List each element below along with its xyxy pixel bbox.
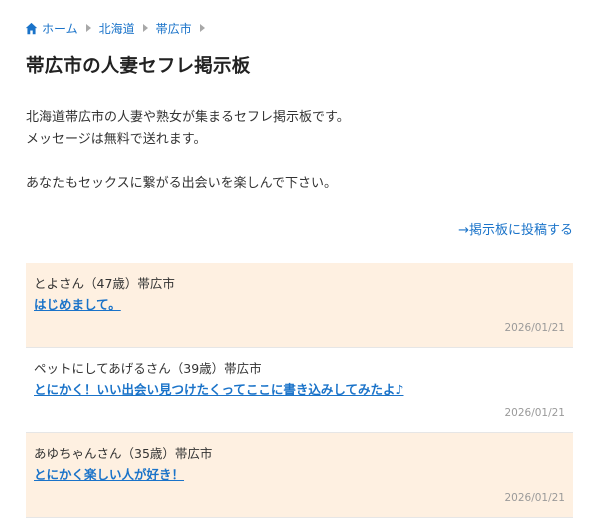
breadcrumb-separator-icon <box>199 24 205 32</box>
intro-line: メッセージは無料で送れます。 <box>26 132 207 147</box>
post-message-link[interactable]: とにかく楽しい人が好き！ <box>34 466 184 484</box>
page-title: 帯広市の人妻セフレ掲示板 <box>26 56 251 77</box>
breadcrumb-home-label: ホーム <box>42 21 78 36</box>
post-date: 2026/01/21 <box>504 322 565 334</box>
intro-line: あなたもセックスに繋がる出会いを楽しんで下さい。 <box>26 176 337 191</box>
post-to-board-link[interactable]: →掲示板に投稿する <box>458 219 573 238</box>
breadcrumb-prefecture[interactable]: 北海道 <box>99 20 135 37</box>
post-author: ペットにしてあげるさん（39歳）帯広市 <box>34 361 262 376</box>
breadcrumb-city[interactable]: 帯広市 <box>156 20 192 37</box>
list-item: とよさん（47歳）帯広市 はじめまして。 2026/01/21 <box>26 263 573 348</box>
post-date: 2026/01/21 <box>504 492 565 504</box>
post-list: とよさん（47歳）帯広市 はじめまして。 2026/01/21 ペットにしてあげ… <box>26 263 573 518</box>
breadcrumb: ホーム 北海道 帯広市 <box>25 19 213 37</box>
list-item: ペットにしてあげるさん（39歳）帯広市 とにかく！いい出会い見つけたくってここに… <box>26 348 573 433</box>
post-message-link[interactable]: とにかく！いい出会い見つけたくってここに書き込みしてみたよ♪ <box>34 381 403 399</box>
intro-text: 北海道帯広市の人妻や熟女が集まるセフレ掲示板です。 メッセージは無料で送れます。… <box>26 107 350 195</box>
post-author: あゆちゃんさん（35歳）帯広市 <box>34 446 213 461</box>
breadcrumb-separator-icon <box>85 24 91 32</box>
list-item: あゆちゃんさん（35歳）帯広市 とにかく楽しい人が好き！ 2026/01/21 <box>26 433 573 518</box>
post-author: とよさん（47歳）帯広市 <box>34 276 175 291</box>
post-date: 2026/01/21 <box>504 407 565 419</box>
breadcrumb-home[interactable]: ホーム <box>25 20 78 37</box>
breadcrumb-separator-icon <box>142 24 148 32</box>
home-icon <box>25 22 38 34</box>
post-message-link[interactable]: はじめまして。 <box>34 296 121 314</box>
intro-line: 北海道帯広市の人妻や熟女が集まるセフレ掲示板です。 <box>26 110 350 125</box>
